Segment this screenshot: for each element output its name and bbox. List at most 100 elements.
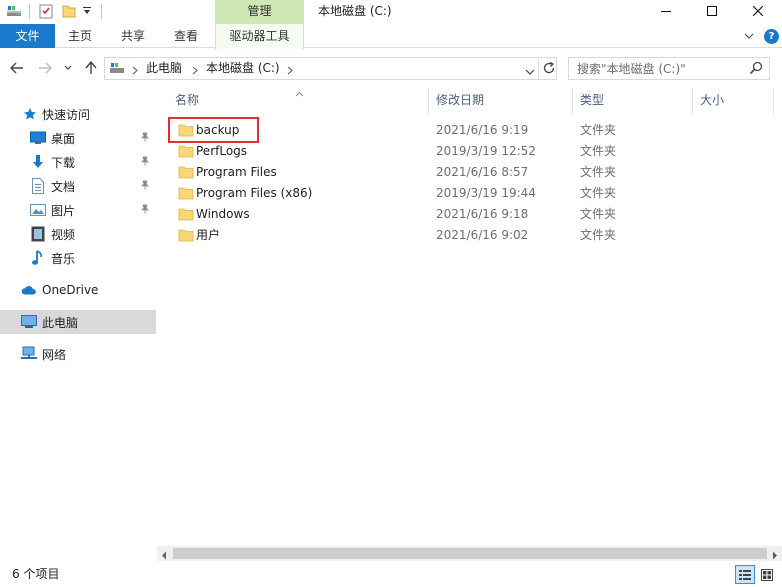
file-row[interactable]: Program Files 2021/6/16 8:57 文件夹 xyxy=(168,162,628,183)
nav-item-label: 视频 xyxy=(51,227,76,242)
scrollbar-thumb[interactable] xyxy=(173,548,767,559)
star-icon xyxy=(22,106,38,122)
search-icon[interactable] xyxy=(749,61,763,78)
help-button[interactable]: ? xyxy=(764,29,779,44)
onedrive-cloud-icon xyxy=(21,282,37,298)
new-folder-icon[interactable] xyxy=(61,3,77,22)
tab-drive-tools[interactable]: 驱动器工具 xyxy=(215,24,304,49)
file-type: 文件夹 xyxy=(580,207,617,221)
recent-locations-icon[interactable] xyxy=(61,58,75,78)
pin-icon[interactable] xyxy=(140,203,150,217)
refresh-icon[interactable] xyxy=(542,61,556,78)
file-row[interactable]: 用户 2021/6/16 9:02 文件夹 xyxy=(168,225,628,246)
pin-icon[interactable] xyxy=(140,155,150,169)
nav-item-label: 音乐 xyxy=(51,251,76,266)
qat-separator xyxy=(101,4,102,19)
column-divider[interactable] xyxy=(773,88,774,114)
nav-item-music[interactable]: 音乐 xyxy=(0,246,156,270)
nav-item-label: 文档 xyxy=(51,179,76,194)
file-date: 2019/3/19 12:52 xyxy=(436,144,536,158)
address-bar[interactable]: 此电脑 本地磁盘 (C:) xyxy=(104,57,557,80)
file-type: 文件夹 xyxy=(580,228,617,242)
expand-ribbon-icon[interactable] xyxy=(743,29,755,43)
nav-onedrive[interactable]: OneDrive xyxy=(0,278,156,302)
search-box[interactable] xyxy=(568,57,770,80)
file-date: 2021/6/16 9:19 xyxy=(436,123,529,137)
details-view-button[interactable] xyxy=(735,565,755,584)
file-date: 2021/6/16 8:57 xyxy=(436,165,529,179)
nav-quick-access[interactable]: 快速访问 xyxy=(0,102,156,126)
folder-icon xyxy=(178,228,194,245)
column-divider[interactable] xyxy=(572,88,573,114)
properties-icon[interactable] xyxy=(38,3,54,22)
file-name: PerfLogs xyxy=(196,144,248,158)
breadcrumb-drive-c[interactable]: 本地磁盘 (C:) xyxy=(206,58,280,79)
computer-icon xyxy=(21,314,37,330)
nav-item-videos[interactable]: 视频 xyxy=(0,222,156,246)
videos-icon xyxy=(30,226,46,242)
maximize-button[interactable] xyxy=(689,0,735,22)
nav-item-label: 下载 xyxy=(51,155,76,170)
breadcrumb-chevron-icon[interactable] xyxy=(287,64,293,78)
tab-file[interactable]: 文件 xyxy=(0,24,55,48)
file-name: Program Files xyxy=(196,165,277,179)
column-header-date[interactable]: 修改日期 xyxy=(436,88,484,113)
manage-context-tab[interactable]: 管理 xyxy=(215,0,304,24)
tab-view[interactable]: 查看 xyxy=(161,24,211,48)
nav-item-desktop[interactable]: 桌面 xyxy=(0,126,156,150)
close-button[interactable] xyxy=(735,0,781,22)
documents-icon xyxy=(30,178,46,194)
file-type: 文件夹 xyxy=(580,165,617,179)
nav-this-pc[interactable]: 此电脑 xyxy=(0,310,156,334)
nav-this-pc-label: 此电脑 xyxy=(42,315,79,330)
column-divider[interactable] xyxy=(692,88,693,114)
breadcrumb-this-pc[interactable]: 此电脑 xyxy=(146,58,182,79)
file-row[interactable]: Windows 2021/6/16 9:18 文件夹 xyxy=(168,204,628,225)
file-type: 文件夹 xyxy=(580,186,617,200)
horizontal-scrollbar[interactable] xyxy=(157,546,782,561)
column-divider[interactable] xyxy=(428,88,429,114)
file-row[interactable]: Program Files (x86) 2019/3/19 19:44 文件夹 xyxy=(168,183,628,204)
breadcrumb-chevron-icon[interactable] xyxy=(132,64,138,78)
up-button[interactable] xyxy=(81,58,101,78)
forward-button[interactable] xyxy=(35,58,55,78)
music-icon xyxy=(30,250,46,266)
breadcrumb-chevron-icon[interactable] xyxy=(192,64,198,78)
title-bar: 管理 本地磁盘 (C:) xyxy=(0,0,782,24)
column-header-type[interactable]: 类型 xyxy=(580,88,604,113)
pin-icon[interactable] xyxy=(140,179,150,193)
nav-item-downloads[interactable]: 下载 xyxy=(0,150,156,174)
tab-home[interactable]: 主页 xyxy=(55,24,105,48)
minimize-button[interactable] xyxy=(643,0,689,22)
address-dropdown-icon[interactable] xyxy=(525,65,535,79)
window-title: 本地磁盘 (C:) xyxy=(318,4,392,18)
customize-qat-icon[interactable] xyxy=(82,5,92,19)
file-row[interactable]: PerfLogs 2019/3/19 12:52 文件夹 xyxy=(168,141,628,162)
pictures-icon xyxy=(30,202,46,218)
search-input[interactable] xyxy=(569,58,745,79)
column-header-size[interactable]: 大小 xyxy=(700,88,724,113)
scroll-right-icon[interactable] xyxy=(772,549,778,563)
pin-icon[interactable] xyxy=(140,131,150,145)
nav-network-label: 网络 xyxy=(42,347,67,362)
file-date: 2021/6/16 9:02 xyxy=(436,228,529,242)
nav-network[interactable]: 网络 xyxy=(0,342,156,366)
file-date: 2021/6/16 9:18 xyxy=(436,207,529,221)
tab-share[interactable]: 共享 xyxy=(108,24,158,48)
file-type: 文件夹 xyxy=(580,123,617,137)
back-button[interactable] xyxy=(7,58,27,78)
nav-item-documents[interactable]: 文档 xyxy=(0,174,156,198)
desktop-icon xyxy=(30,130,46,146)
network-icon xyxy=(21,346,37,362)
nav-item-pictures[interactable]: 图片 xyxy=(0,198,156,222)
large-icons-view-button[interactable] xyxy=(757,565,777,584)
folder-icon xyxy=(178,207,194,224)
drive-small-icon xyxy=(109,61,125,78)
file-date: 2019/3/19 19:44 xyxy=(436,186,536,200)
column-header-name[interactable]: 名称 xyxy=(175,88,199,113)
status-bar: 6 个项目 xyxy=(0,563,782,587)
item-count: 6 个项目 xyxy=(12,567,60,581)
scroll-left-icon[interactable] xyxy=(161,549,167,563)
qat-separator xyxy=(29,4,30,19)
folder-icon xyxy=(178,144,194,161)
